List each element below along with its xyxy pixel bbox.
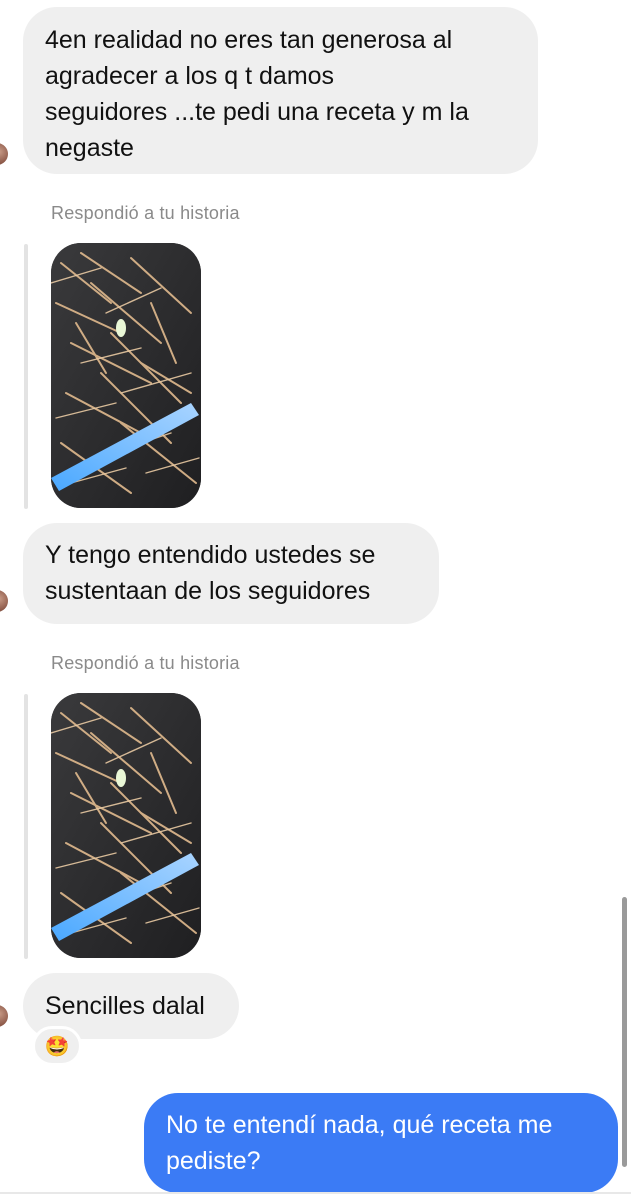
message-line: agradecer a los q t damos [45, 62, 335, 90]
story-reply-label: Respondió a tu historia [51, 653, 240, 673]
message-line: sustentaan de los seguidores [45, 577, 371, 605]
star-struck-emoji-icon: 🤩 [44, 1034, 70, 1058]
divider [0, 1192, 631, 1194]
message-line: pediste? [166, 1147, 261, 1175]
message-line: Sencilles dalal [45, 992, 205, 1020]
story-thumbnail[interactable] [51, 243, 201, 508]
message-reaction[interactable]: 🤩 [32, 1026, 82, 1066]
message-line: Y tengo entendido ustedes se [45, 541, 376, 569]
reply-quote-bar [24, 244, 28, 509]
story-reply-label: Respondió a tu historia [51, 203, 240, 223]
sender-avatar[interactable] [0, 143, 8, 165]
message-line: 4en realidad no eres tan generosa al [45, 26, 453, 54]
incoming-message-2[interactable]: Y tengo entendido ustedes se sustentaan … [23, 523, 439, 624]
message-line: negaste [45, 134, 134, 162]
sender-avatar[interactable] [0, 590, 8, 612]
story-image [51, 693, 201, 958]
incoming-message-1[interactable]: 4en realidad no eres tan generosa al agr… [23, 7, 538, 174]
sender-avatar[interactable] [0, 1005, 8, 1027]
reply-quote-bar [24, 694, 28, 959]
outgoing-message[interactable]: No te entendí nada, qué receta me pedist… [144, 1093, 618, 1193]
message-line: seguidores ...te pedi una receta y m la [45, 98, 469, 126]
message-line: No te entendí nada, qué receta me [166, 1111, 553, 1139]
story-thumbnail[interactable] [51, 693, 201, 958]
story-image [51, 243, 201, 508]
scrollbar[interactable] [622, 897, 627, 1167]
